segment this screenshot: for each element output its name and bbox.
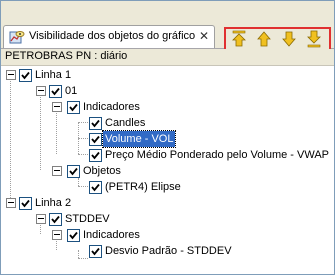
collapse-icon[interactable] [52, 230, 62, 240]
arrow-up-top-icon [232, 30, 246, 47]
linha2-label: Linha 2 [35, 197, 72, 209]
arrow-down-icon [282, 31, 296, 47]
chart-visibility-icon [9, 29, 25, 45]
elipse-checkbox[interactable] [89, 181, 102, 194]
linha1-label: Linha 1 [35, 69, 72, 81]
arrow-down-bottom-icon [307, 30, 321, 48]
stddev-checkbox[interactable] [49, 213, 62, 226]
elipse-label: (PETR4) Elipse [105, 181, 181, 193]
candles-checkbox[interactable] [89, 117, 102, 130]
volume-label: Volume - VOL [101, 130, 177, 148]
tree-node-stddev[interactable]: STDDEV [1, 211, 331, 227]
tree-node-01[interactable]: 01 [1, 83, 331, 99]
tab-chart-visibility[interactable]: Visibilidade dos objetos do gráfico ✕ [3, 25, 215, 48]
candles-label: Candles [105, 117, 146, 129]
visibility-tree[interactable]: Linha 1 01 Indicadores Candles Volume - … [1, 66, 334, 274]
desvio-checkbox[interactable] [89, 245, 102, 258]
indicadores2-label: Indicadores [83, 229, 140, 241]
collapse-icon[interactable] [6, 70, 16, 80]
chart-context-label: PETROBRAS PN : diário [5, 50, 128, 62]
move-down-button[interactable] [279, 30, 299, 48]
close-icon[interactable]: ✕ [197, 29, 211, 43]
indicadores-label: Indicadores [83, 101, 140, 113]
stddev-label: STDDEV [65, 213, 110, 225]
n01-checkbox[interactable] [49, 85, 62, 98]
tree-node-volume[interactable]: Volume - VOL [1, 130, 331, 148]
collapse-icon[interactable] [52, 102, 62, 112]
tree-node-vwap[interactable]: Preço Médio Ponderado pelo Volume - VWAP [1, 147, 331, 163]
tree-node-linha1[interactable]: Linha 1 [1, 67, 331, 83]
collapse-icon[interactable] [36, 86, 46, 96]
reorder-toolbar [224, 27, 331, 51]
indicadores2-checkbox[interactable] [67, 229, 80, 242]
move-to-bottom-button[interactable] [304, 30, 324, 48]
linha2-checkbox[interactable] [19, 197, 32, 210]
vwap-checkbox[interactable] [89, 149, 102, 162]
objetos-label: Objetos [83, 165, 121, 177]
tree-node-linha2[interactable]: Linha 2 [1, 195, 331, 211]
tree-node-indicadores-2[interactable]: Indicadores [1, 227, 331, 243]
collapse-icon[interactable] [6, 198, 16, 208]
move-up-button[interactable] [254, 30, 274, 48]
collapse-icon[interactable] [52, 166, 62, 176]
tree-node-candles[interactable]: Candles [1, 115, 331, 131]
volume-checkbox[interactable] [89, 133, 102, 146]
tree-node-objetos[interactable]: Objetos [1, 163, 331, 179]
linha1-checkbox[interactable] [19, 69, 32, 82]
indicadores-checkbox[interactable] [67, 101, 80, 114]
n01-label: 01 [65, 85, 78, 97]
view-titlebar: Visibilidade dos objetos do gráfico ✕ [1, 1, 334, 51]
chart-context-header: PETROBRAS PN : diário [1, 49, 334, 66]
collapse-icon[interactable] [36, 214, 46, 224]
vwap-label: Preço Médio Ponderado pelo Volume - VWAP [105, 149, 329, 161]
desvio-label: Desvio Padrão - STDDEV [105, 245, 232, 257]
tree-node-desvio[interactable]: Desvio Padrão - STDDEV [1, 243, 331, 259]
move-to-top-button[interactable] [229, 30, 249, 48]
window-frame: Visibilidade dos objetos do gráfico ✕ PE… [0, 0, 335, 275]
arrow-up-icon [257, 31, 271, 47]
tree-node-elipse[interactable]: (PETR4) Elipse [1, 179, 331, 195]
tab-title: Visibilidade dos objetos do gráfico [29, 30, 196, 42]
objetos-checkbox[interactable] [67, 165, 80, 178]
tree-node-indicadores[interactable]: Indicadores [1, 99, 331, 115]
